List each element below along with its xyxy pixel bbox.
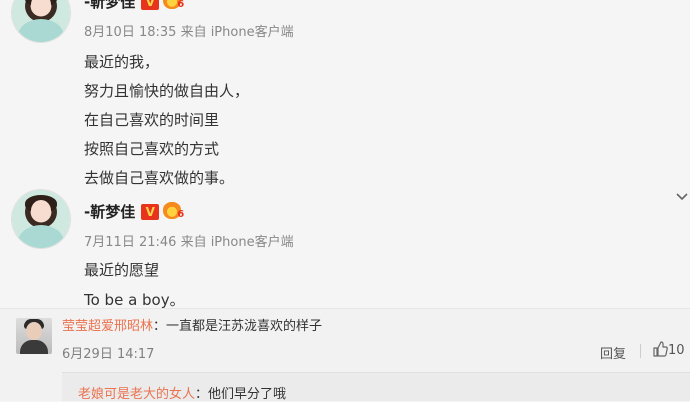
like-count: 10 xyxy=(668,343,685,358)
author-name-text[interactable]: -靳梦佳 xyxy=(84,203,135,221)
verified-badge-icon: V xyxy=(141,204,160,220)
level-badge-icon: 6 xyxy=(163,201,184,220)
avatar-face xyxy=(30,200,52,223)
author-name[interactable]: -靳梦佳 V 6 xyxy=(84,201,184,222)
verified-badge-icon: V xyxy=(141,0,160,10)
level-badge-icon: 6 xyxy=(163,0,184,10)
like-button[interactable]: 10 xyxy=(652,341,685,358)
post-meta: 8月10日 18:35 来自 iPhone客户端 xyxy=(84,21,294,40)
sub-reply-text: 老娘可是老大的女人：他们早分了哦 xyxy=(78,383,286,402)
commenter-avatar[interactable] xyxy=(16,318,52,354)
reply-button[interactable]: 回复 xyxy=(600,343,626,362)
author-name[interactable]: -靳梦佳 V 6 xyxy=(84,0,184,12)
avatar-body xyxy=(17,18,65,42)
avatar[interactable] xyxy=(12,190,70,248)
post-text-line: 去做自己喜欢做的事。 xyxy=(84,169,235,187)
thumbs-up-icon xyxy=(652,341,668,358)
comment-username-link[interactable]: 莹莹超爱邢昭林 xyxy=(62,319,153,334)
post-text-line: To be a boy。 xyxy=(84,291,185,309)
author-name-text[interactable]: -靳梦佳 xyxy=(84,0,135,11)
post-source: 来自 iPhone客户端 xyxy=(180,25,294,40)
post-text-line: 努力且愉快的做自由人， xyxy=(84,82,250,100)
chevron-down-icon[interactable] xyxy=(676,189,690,203)
comment-text: 莹莹超爱邢昭林：一直都是汪苏泷喜欢的样子 xyxy=(62,315,322,334)
post-text-line: 最近的愿望 xyxy=(84,261,160,279)
post-text-line: 按照自己喜欢的方式 xyxy=(84,140,220,158)
post-meta: 7月11日 21:46 来自 iPhone客户端 xyxy=(84,231,294,250)
post-text-line: 在自己喜欢的时间里 xyxy=(84,111,220,129)
action-divider xyxy=(640,344,641,358)
post-date[interactable]: 7月11日 21:46 xyxy=(84,235,176,250)
avatar-body xyxy=(17,224,65,248)
comment-time: 6月29日 14:17 xyxy=(62,347,155,362)
post-source: 来自 iPhone客户端 xyxy=(180,235,294,250)
avatar[interactable] xyxy=(12,0,70,42)
post-text-line: 最近的我， xyxy=(84,53,160,71)
comment-body: ：一直都是汪苏泷喜欢的样子 xyxy=(153,319,323,334)
avatar-face xyxy=(30,0,52,17)
post-date[interactable]: 8月10日 18:35 xyxy=(84,25,176,40)
